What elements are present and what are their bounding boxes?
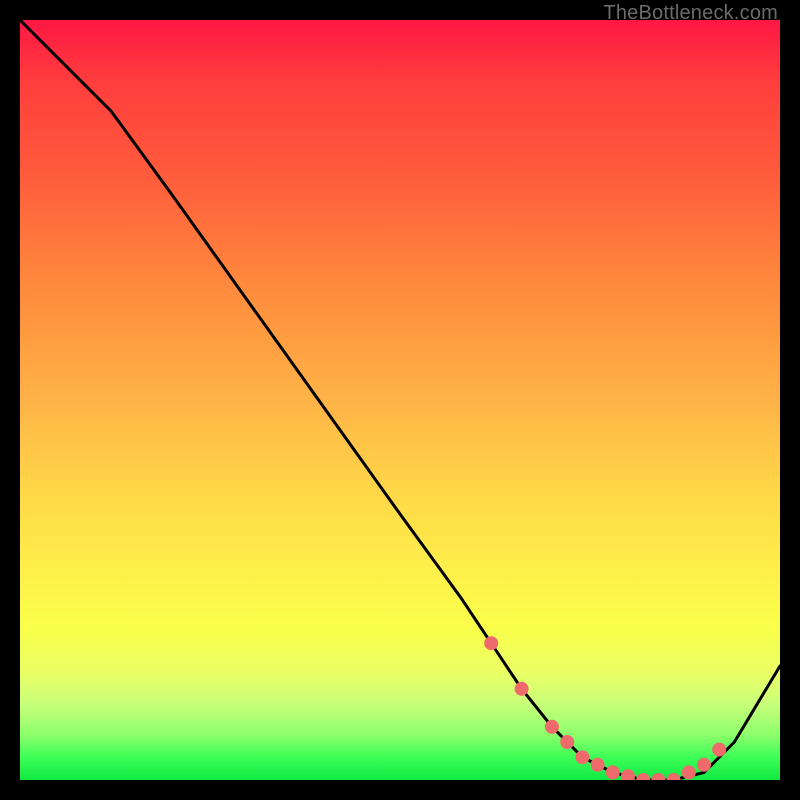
marker-dot	[560, 735, 574, 749]
marker-dot	[667, 773, 681, 780]
marker-dot	[712, 743, 726, 757]
curve-svg	[20, 20, 780, 780]
marker-dot	[515, 682, 529, 696]
marker-dot	[606, 765, 620, 779]
chart-frame: TheBottleneck.com	[0, 0, 800, 800]
marker-dot	[636, 773, 650, 780]
marker-dot	[682, 765, 696, 779]
marker-group	[484, 636, 726, 780]
plot-area	[20, 20, 780, 780]
marker-dot	[697, 758, 711, 772]
marker-dot	[545, 720, 559, 734]
marker-dot	[651, 773, 665, 780]
marker-dot	[484, 636, 498, 650]
bottleneck-curve	[20, 20, 780, 780]
marker-dot	[591, 758, 605, 772]
marker-dot	[575, 750, 589, 764]
marker-dot	[621, 769, 635, 780]
